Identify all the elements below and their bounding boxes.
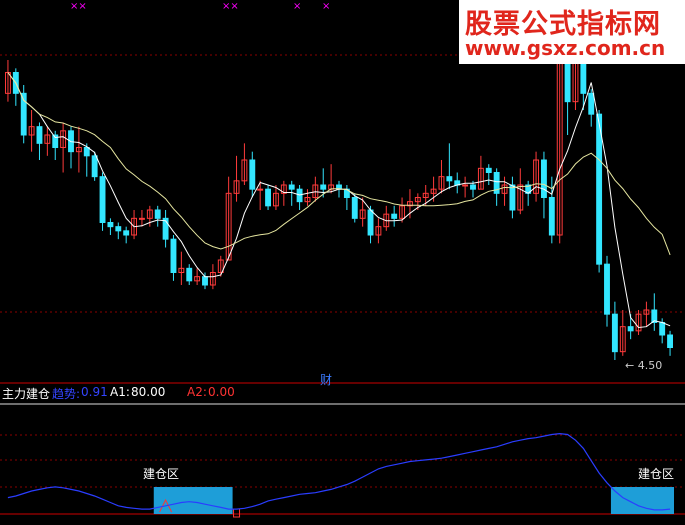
- candle-body: [138, 217, 145, 220]
- indicator-name[interactable]: 主力建仓: [2, 385, 50, 402]
- candle-body: [659, 322, 666, 336]
- candle-body: [446, 176, 453, 182]
- ma-short-line: [7, 72, 671, 329]
- candle-body: [564, 59, 571, 103]
- buy-zone-label: 建仓区: [143, 467, 180, 481]
- candle-body: [288, 184, 295, 190]
- stock-chart-window: ×× ×× × × 股票公式指标网 www.gsxz.com.cn ← 4.50…: [0, 0, 685, 525]
- moving-averages: [7, 72, 671, 329]
- candle-body: [509, 184, 516, 211]
- candle-body: [265, 188, 272, 207]
- watermark-url: www.gsxz.com.cn: [465, 36, 666, 60]
- candles: [4, 26, 674, 360]
- trend-line: [7, 432, 671, 511]
- candle-body: [351, 197, 358, 219]
- candle-body: [91, 155, 98, 178]
- marker-cross: ××: [70, 1, 87, 12]
- candle-body: [123, 230, 130, 236]
- a2-label: A2:: [187, 385, 207, 399]
- candle-body: [249, 159, 256, 190]
- trend-label: 趋势:: [52, 387, 81, 401]
- candle-body: [107, 222, 114, 228]
- a1-label: A1:: [110, 385, 130, 399]
- candle-body: [462, 184, 469, 187]
- candle-body: [170, 238, 177, 274]
- marker-cross: ××: [222, 1, 239, 12]
- buy-zone-label: 建仓区: [638, 467, 675, 481]
- candle-body: [611, 313, 618, 353]
- ma-long-line: [7, 72, 671, 256]
- candle-body: [83, 147, 90, 157]
- price-low-label: ← 4.50: [625, 359, 663, 372]
- candle-body: [604, 263, 610, 315]
- buy-zones: [153, 487, 674, 518]
- candle-body: [257, 188, 264, 191]
- finance-marker[interactable]: 财: [320, 371, 332, 388]
- candle-body: [548, 197, 555, 236]
- candle-body: [391, 213, 398, 219]
- candle-body: [186, 267, 193, 282]
- candle-body: [99, 176, 106, 224]
- marker-cross: ×: [322, 1, 331, 12]
- candle-body: [367, 209, 374, 236]
- candle-body: [36, 126, 43, 144]
- price-low-value: 4.50: [637, 359, 663, 372]
- watermark-logo: 股票公式指标网 www.gsxz.com.cn: [459, 0, 685, 64]
- candle-body: [202, 276, 208, 286]
- chart-canvas: [0, 26, 685, 518]
- candle-body: [667, 334, 674, 348]
- trend-series-line: [7, 432, 671, 511]
- candle-body: [485, 167, 492, 173]
- candle-body: [320, 184, 327, 190]
- grid-lines: [0, 54, 685, 515]
- trend-value: 0.91: [81, 385, 108, 399]
- a1-value: 80.00: [131, 385, 166, 399]
- candle-body: [540, 159, 547, 198]
- candle-body: [588, 92, 595, 115]
- marker-cross: ×: [293, 1, 302, 12]
- candle-body: [154, 209, 161, 219]
- signal-arrow: [233, 508, 241, 518]
- candle-body: [627, 326, 634, 332]
- candle-body: [596, 113, 603, 265]
- candle-body: [470, 184, 476, 190]
- a2-value: 0.00: [208, 385, 235, 399]
- candle-body: [115, 226, 122, 232]
